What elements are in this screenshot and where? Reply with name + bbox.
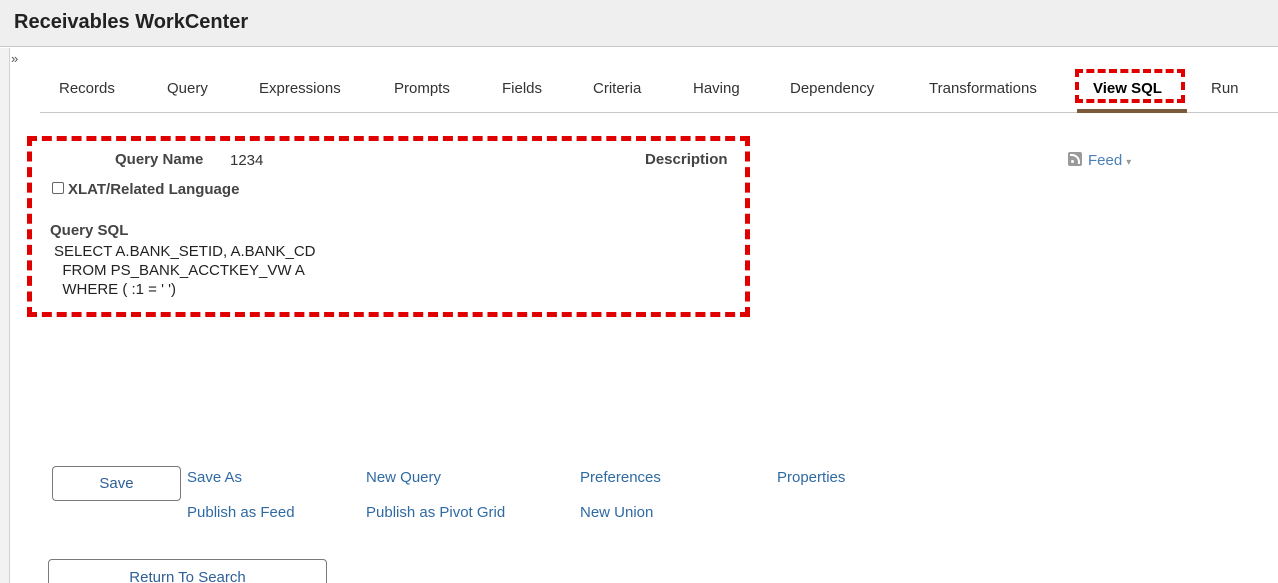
tab-criteria[interactable]: Criteria	[593, 80, 641, 97]
xlat-checkbox[interactable]	[52, 182, 64, 194]
active-tab-indicator	[1077, 109, 1187, 113]
sql-line: WHERE ( :1 = ' ')	[54, 281, 176, 298]
app-title: Receivables WorkCenter	[14, 11, 249, 33]
tab-expressions[interactable]: Expressions	[259, 80, 341, 97]
xlat-label: XLAT/Related Language	[68, 181, 240, 198]
tab-prompts[interactable]: Prompts	[394, 80, 450, 97]
app-header: Receivables WorkCenter	[0, 0, 1278, 47]
sql-line: FROM PS_BANK_ACCTKEY_VW A	[54, 262, 305, 279]
new-union-link[interactable]: New Union	[580, 504, 653, 521]
expand-panel-icon[interactable]: »	[11, 52, 18, 66]
tab-having[interactable]: Having	[693, 80, 740, 97]
publish-as-feed-link[interactable]: Publish as Feed	[187, 504, 295, 521]
query-sql-label: Query SQL	[50, 222, 129, 239]
save-as-link[interactable]: Save As	[187, 469, 242, 486]
rss-feed-icon	[1068, 152, 1082, 166]
return-to-search-button[interactable]: Return To Search	[48, 559, 327, 583]
new-query-link[interactable]: New Query	[366, 469, 441, 486]
tab-highlight-box	[1075, 69, 1185, 103]
description-label: Description	[645, 151, 728, 168]
properties-link[interactable]: Properties	[777, 469, 845, 486]
query-name-label: Query Name	[115, 151, 204, 168]
tab-dependency[interactable]: Dependency	[790, 80, 874, 97]
feed-menu[interactable]: Feed ▾	[1068, 152, 1131, 169]
left-rail	[0, 48, 10, 583]
preferences-link[interactable]: Preferences	[580, 469, 661, 486]
chevron-down-icon: ▾	[1126, 157, 1132, 168]
tab-transformations[interactable]: Transformations	[929, 80, 1037, 97]
sql-line: SELECT A.BANK_SETID, A.BANK_CD	[54, 243, 316, 260]
tab-query[interactable]: Query	[167, 80, 208, 97]
query-tabs: Records Query Expressions Prompts Fields…	[40, 69, 1278, 113]
feed-label: Feed	[1088, 152, 1123, 169]
query-name-value: 1234	[230, 152, 264, 169]
publish-as-pivot-grid-link[interactable]: Publish as Pivot Grid	[366, 504, 505, 521]
tab-run[interactable]: Run	[1211, 80, 1239, 97]
save-button[interactable]: Save	[52, 466, 181, 501]
tab-fields[interactable]: Fields	[502, 80, 542, 97]
tab-records[interactable]: Records	[59, 80, 115, 97]
